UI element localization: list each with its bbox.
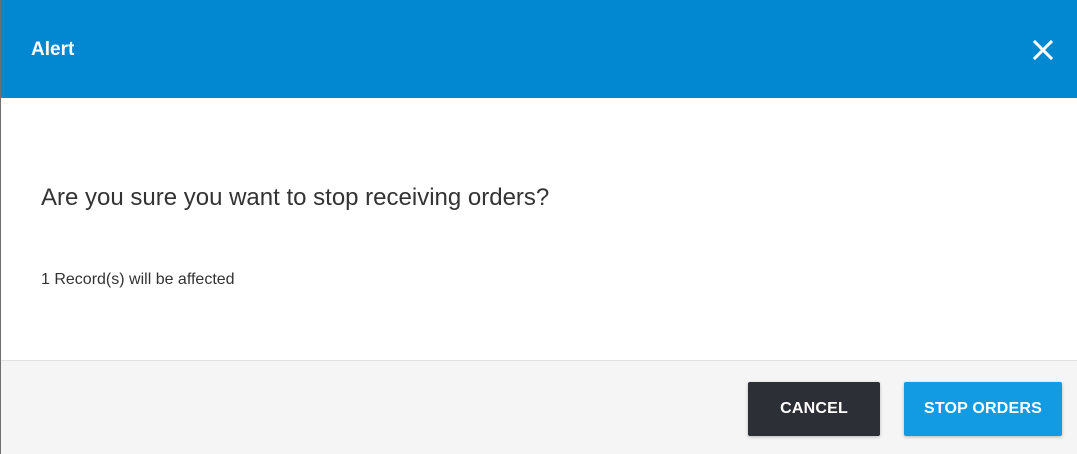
confirm-message: Are you sure you want to stop receiving … bbox=[41, 184, 550, 211]
cancel-button[interactable]: CANCEL bbox=[748, 382, 880, 436]
alert-dialog: Alert Are you sure you want to stop rece… bbox=[0, 0, 1077, 454]
affected-records-text: 1 Record(s) will be affected bbox=[41, 271, 235, 288]
dialog-header: Alert bbox=[1, 0, 1077, 98]
close-button[interactable] bbox=[1029, 36, 1057, 64]
dialog-body: Are you sure you want to stop receiving … bbox=[1, 98, 1077, 360]
stop-orders-button[interactable]: STOP ORDERS bbox=[904, 382, 1062, 436]
dialog-title: Alert bbox=[31, 39, 75, 60]
dialog-footer: CANCEL STOP ORDERS bbox=[1, 360, 1077, 454]
close-icon bbox=[1032, 39, 1054, 61]
